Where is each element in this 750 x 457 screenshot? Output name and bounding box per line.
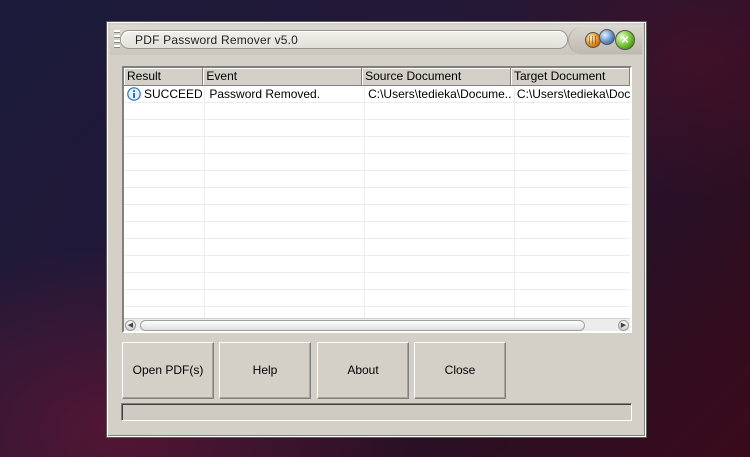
- column-divider: [204, 86, 205, 319]
- cell-source: C:\Users\tedieka\Docume...: [368, 87, 511, 101]
- about-button[interactable]: About: [317, 342, 409, 399]
- close-icon[interactable]: ×: [615, 30, 635, 50]
- app-window: PDF Password Remover v5.0 × Result Event…: [107, 22, 646, 437]
- scroll-right-icon[interactable]: ▶: [618, 320, 629, 331]
- horizontal-scrollbar[interactable]: ◀ ▶: [124, 318, 630, 331]
- list-header: Result Event Source Document Target Docu…: [124, 68, 630, 86]
- scroll-left-icon[interactable]: ◀: [125, 320, 136, 331]
- column-header-source[interactable]: Source Document: [362, 68, 511, 86]
- window-title: PDF Password Remover v5.0: [135, 33, 299, 47]
- list-body: SUCCEED Password Removed. C:\Users\tedie…: [124, 86, 630, 319]
- cell-target: C:\Users\tedieka\Docu: [516, 87, 630, 101]
- close-button[interactable]: Close: [414, 342, 506, 399]
- column-header-result[interactable]: Result: [124, 68, 204, 86]
- results-list[interactable]: Result Event Source Document Target Docu…: [122, 66, 632, 333]
- title-pill: PDF Password Remover v5.0: [120, 30, 568, 49]
- table-row[interactable]: SUCCEED Password Removed. C:\Users\tedie…: [124, 86, 630, 103]
- cell-result: SUCCEED: [124, 86, 203, 103]
- column-header-target[interactable]: Target Document: [510, 68, 630, 86]
- scrollbar-thumb[interactable]: [140, 320, 585, 331]
- progress-bar: [121, 403, 632, 421]
- title-bar[interactable]: PDF Password Remover v5.0 ×: [110, 25, 643, 55]
- help-button[interactable]: Help: [219, 342, 311, 399]
- column-divider: [514, 86, 515, 319]
- open-pdfs-button[interactable]: Open PDF(s): [122, 342, 214, 399]
- column-header-event[interactable]: Event: [203, 68, 363, 86]
- info-icon: [127, 87, 141, 101]
- cell-event: Password Removed.: [209, 87, 321, 101]
- column-divider: [364, 86, 365, 319]
- maximize-icon[interactable]: [599, 29, 615, 45]
- result-text: SUCCEED: [144, 87, 203, 101]
